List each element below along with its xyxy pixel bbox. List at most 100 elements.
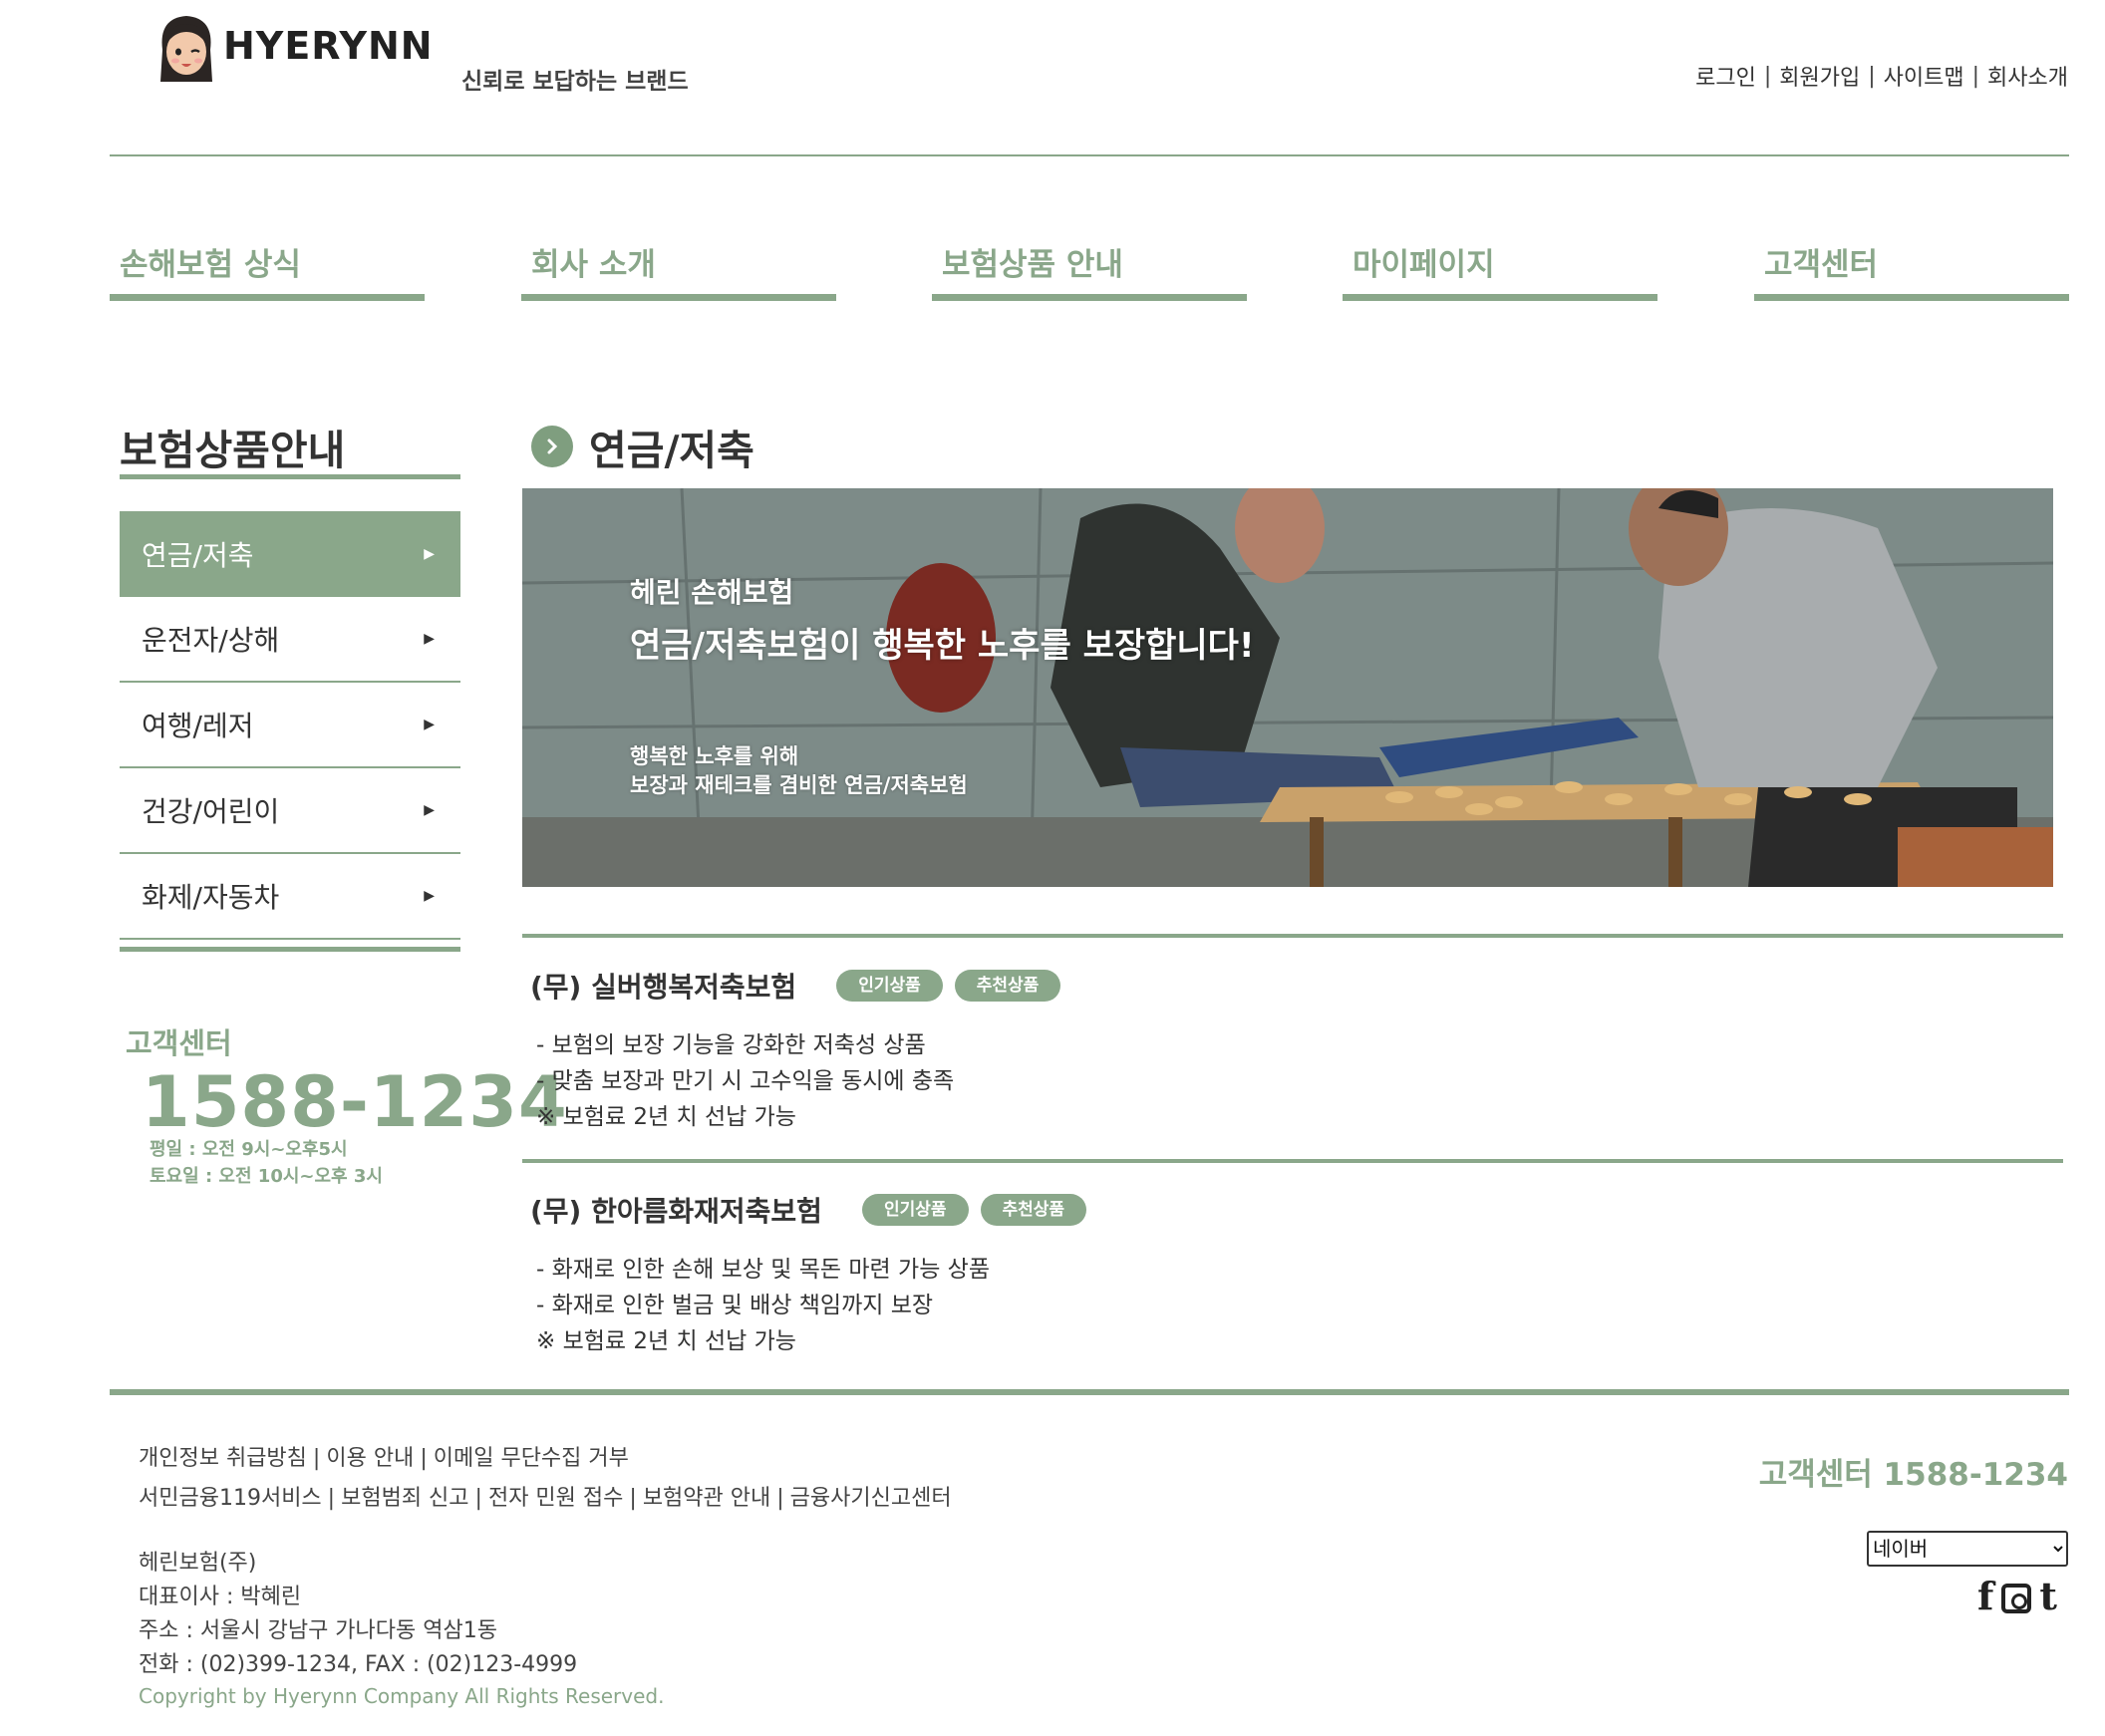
saturday-hours: 토요일 : 오전 10시~오후 3시 — [150, 1166, 383, 1187]
brand-tagline: 신뢰로 보답하는 브랜드 — [461, 69, 689, 95]
terms-link[interactable]: 보험약관 안내 — [643, 1486, 770, 1511]
company-ceo: 대표이사 : 박혜린 — [139, 1585, 302, 1609]
weekday-hours: 평일 : 오전 9시~오후5시 — [150, 1139, 348, 1160]
nav-item-insurance-knowledge[interactable]: 손해보험 상식 — [110, 239, 425, 301]
logo-avatar[interactable] — [154, 10, 218, 86]
fraud-report-link[interactable]: 보험범죄 신고 — [341, 1486, 468, 1511]
sidebar-item-pension-savings[interactable]: 연금/저축 ▶ — [120, 511, 460, 597]
separator: | — [1763, 63, 1772, 89]
sidebar-item-label: 건강/어린이 — [142, 795, 280, 828]
privacy-policy-link[interactable]: 개인정보 취급방침 — [139, 1446, 307, 1471]
sidebar-item-driver-injury[interactable]: 운전자/상해 ▶ — [120, 597, 460, 683]
header-divider — [110, 154, 2069, 156]
footer-cs-phone: 고객센터 1588-1234 — [1758, 1457, 2068, 1493]
company-info: 헤린보험(주) 대표이사 : 박혜린 주소 : 서울시 강남구 가나다동 역삼1… — [139, 1547, 577, 1682]
product-desc-line: - 맞춤 보장과 만기 시 고수익을 동시에 충족 — [536, 1068, 955, 1094]
e-complaint-link[interactable]: 전자 민원 접수 — [488, 1486, 623, 1511]
separator: | — [776, 1486, 784, 1511]
sidebar-cs-label: 고객센터 — [126, 1026, 232, 1060]
sidebar-item-label: 운전자/상해 — [142, 624, 280, 657]
copyright: Copyright by Hyerynn Company All Rights … — [139, 1684, 665, 1708]
instagram-icon[interactable] — [2001, 1584, 2032, 1613]
product-divider — [522, 1159, 2063, 1163]
product-desc-line: - 보험의 보장 기능을 강화한 저축성 상품 — [536, 1032, 926, 1058]
footer-links: 개인정보 취급방침 | 이용 안내 | 이메일 무단수집 거부 서민금융119서비스 | 보… — [139, 1439, 952, 1519]
popular-badge: 인기상품 — [836, 970, 943, 1002]
finance-119-link[interactable]: 서민금융119서비스 — [139, 1486, 322, 1511]
nav-item-label: 보험상품 안내 — [942, 247, 1123, 283]
banner-subtext-line: 보장과 재테크를 겸비한 연금/저축보험 — [630, 773, 968, 797]
sidebar-bottom-divider — [120, 947, 460, 952]
separator: | — [1868, 63, 1876, 89]
sidebar-cs-phone: 1588-1234 — [142, 1061, 568, 1143]
play-arrow-icon: ▶ — [424, 888, 435, 904]
play-arrow-icon: ▶ — [424, 631, 435, 647]
play-arrow-icon: ▶ — [424, 717, 435, 732]
nav-item-company[interactable]: 회사 소개 — [521, 239, 836, 301]
nav-item-label: 손해보험 상식 — [120, 247, 301, 283]
product-desc-line: - 화재로 인한 벌금 및 배상 책임까지 보장 — [536, 1293, 934, 1318]
product-divider — [522, 934, 2063, 938]
social-links: f t — [1977, 1577, 2057, 1616]
banner-headline: 연금/저축보험이 행복한 노후를 보장합니다! — [630, 626, 1255, 666]
sidebar-item-label: 화제/자동차 — [142, 881, 280, 914]
page-title: 연금/저축 — [589, 427, 754, 474]
product-name[interactable]: (무) 실버행복저축보험 — [530, 966, 796, 1006]
sidebar-menu: 연금/저축 ▶ 운전자/상해 ▶ 여행/레저 ▶ 건강/어린이 ▶ 화제/자동차… — [120, 511, 460, 940]
product-description: - 보험의 보장 기능을 강화한 저축성 상품 - 맞춤 보장과 만기 시 고수… — [536, 1027, 954, 1135]
recommended-badge: 추천상품 — [954, 970, 1061, 1002]
company-address: 주소 : 서울시 강남구 가나다동 역삼1동 — [139, 1618, 497, 1643]
nav-item-products[interactable]: 보험상품 안내 — [932, 239, 1247, 301]
family-site-select[interactable]: 네이버 — [1867, 1531, 2068, 1567]
company-phone: 전화 : (02)399-1234, FAX : (02)123-4999 — [139, 1652, 578, 1677]
nav-item-label: 고객센터 — [1764, 247, 1879, 283]
sidebar-item-fire-auto[interactable]: 화제/자동차 ▶ — [120, 854, 460, 940]
nav-item-label: 회사 소개 — [531, 247, 656, 283]
separator: | — [629, 1486, 637, 1511]
separator: | — [420, 1446, 428, 1471]
product-name[interactable]: (무) 한아름화재저축보험 — [530, 1190, 822, 1230]
badge-group: 인기상품 추천상품 — [861, 1194, 1087, 1226]
popular-badge: 인기상품 — [861, 1194, 969, 1226]
badge-group: 인기상품 추천상품 — [836, 970, 1061, 1002]
nav-item-mypage[interactable]: 마이페이지 — [1343, 239, 1657, 301]
sidebar-item-travel-leisure[interactable]: 여행/레저 ▶ — [120, 683, 460, 768]
footer-links-row: 개인정보 취급방침 | 이용 안내 | 이메일 무단수집 거부 — [139, 1439, 952, 1479]
footer-divider — [110, 1389, 2069, 1395]
sidebar-item-label: 연금/저축 — [142, 539, 254, 572]
footer-links-row: 서민금융119서비스 | 보험범죄 신고 | 전자 민원 접수 | 보험약관 안내 | 금융사기… — [139, 1479, 952, 1519]
separator: | — [312, 1446, 321, 1471]
product-header: (무) 실버행복저축보험 인기상품 추천상품 — [530, 966, 1061, 1006]
usage-guide-link[interactable]: 이용 안내 — [326, 1446, 414, 1471]
sidebar-item-health-children[interactable]: 건강/어린이 ▶ — [120, 768, 460, 854]
product-desc-line: ※ 보험료 2년 치 선납 가능 — [536, 1328, 796, 1354]
signup-link[interactable]: 회원가입 — [1779, 60, 1860, 92]
recommended-badge: 추천상품 — [980, 1194, 1087, 1226]
play-arrow-icon: ▶ — [424, 802, 435, 818]
banner-subtext-line: 행복한 노후를 위해 — [630, 744, 799, 768]
sitemap-link[interactable]: 사이트맵 — [1884, 60, 1964, 92]
banner-subtext: 행복한 노후를 위해 보장과 재테크를 겸비한 연금/저축보험 — [630, 742, 968, 800]
chevron-right-icon — [531, 426, 573, 467]
product-desc-line: - 화재로 인한 손해 보상 및 목돈 마련 가능 상품 — [536, 1257, 990, 1283]
tumblr-icon[interactable]: t — [2039, 1577, 2057, 1616]
login-link[interactable]: 로그인 — [1695, 60, 1756, 92]
product-header: (무) 한아름화재저축보험 인기상품 추천상품 — [530, 1190, 1087, 1230]
separator: | — [1971, 63, 1980, 89]
email-refusal-link[interactable]: 이메일 무단수집 거부 — [434, 1446, 629, 1471]
company-name: 헤린보험(주) — [139, 1551, 257, 1576]
company-intro-link[interactable]: 회사소개 — [1987, 60, 2068, 92]
utility-links: 로그인 | 회원가입 | 사이트맵 | 회사소개 — [1695, 60, 2068, 92]
play-arrow-icon: ▶ — [424, 546, 435, 562]
nav-item-customer-center[interactable]: 고객센터 — [1754, 239, 2069, 301]
facebook-icon[interactable]: f — [1977, 1577, 1993, 1616]
separator: | — [474, 1486, 482, 1511]
sidebar-cs-hours: 평일 : 오전 9시~오후5시 토요일 : 오전 10시~오후 3시 — [150, 1136, 383, 1190]
sidebar-title: 보험상품안내 — [120, 417, 460, 479]
banner-brand-text: 헤린 손해보험 — [630, 576, 794, 609]
banner-image — [522, 488, 2053, 887]
separator: | — [327, 1486, 336, 1511]
logo-text[interactable]: HYERYNN — [223, 24, 434, 68]
sidebar-item-label: 여행/레저 — [142, 710, 254, 742]
financial-fraud-center-link[interactable]: 금융사기신고센터 — [790, 1486, 952, 1511]
